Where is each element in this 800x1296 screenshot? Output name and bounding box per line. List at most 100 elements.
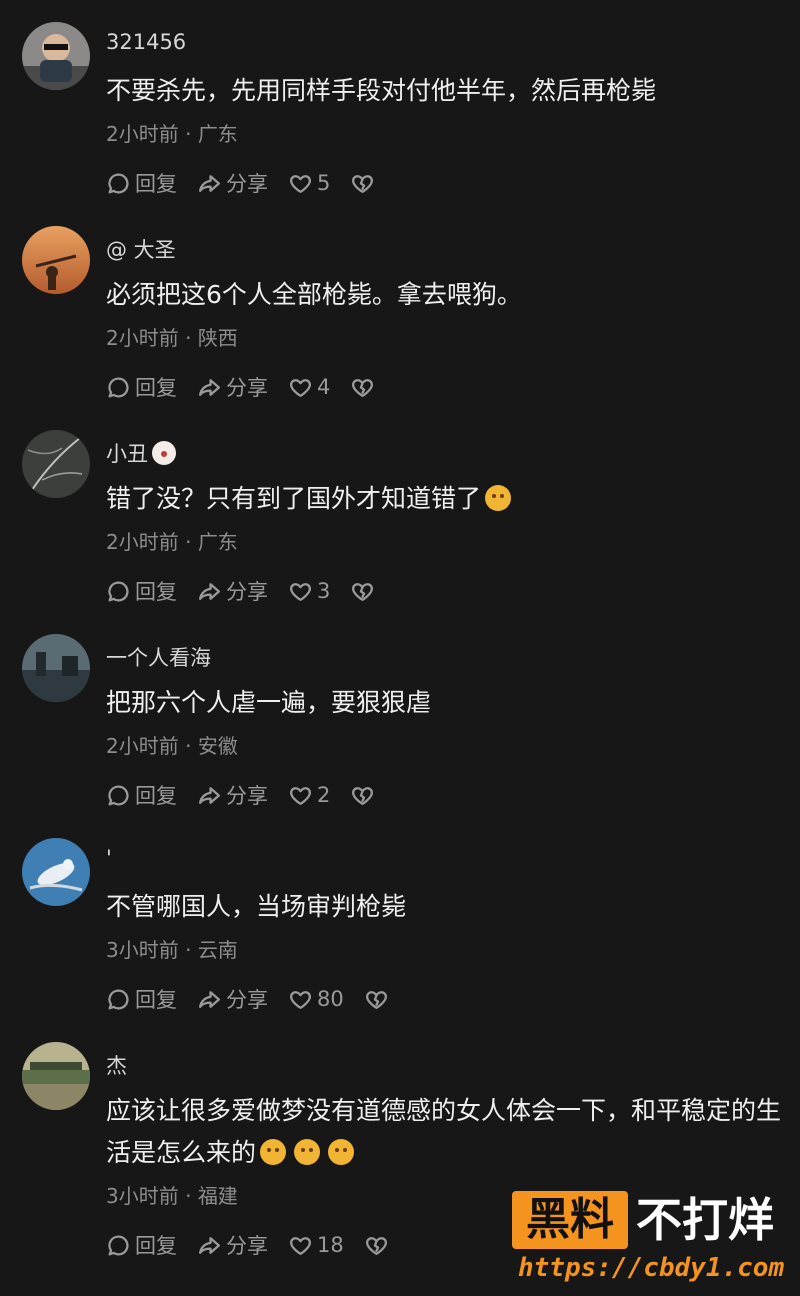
comment-text: 必须把这6个人全部枪毙。拿去喂狗。	[106, 274, 796, 316]
comment-actions: 回复 分享 4	[106, 372, 399, 402]
avatar[interactable]	[22, 226, 90, 294]
weary-face-emoji-icon	[485, 485, 512, 511]
reply-button[interactable]: 回复	[106, 1230, 177, 1260]
share-label: 分享	[226, 172, 268, 196]
reply-bubble-icon	[108, 376, 129, 397]
dislike-button[interactable]	[364, 1233, 393, 1258]
share-button[interactable]: 分享	[197, 168, 268, 198]
heart-icon	[290, 582, 311, 601]
like-button[interactable]: 5	[288, 171, 330, 196]
comment-text: 把那六个人虐一遍，要狠狠虐	[106, 682, 796, 724]
dislike-button[interactable]	[364, 987, 393, 1012]
comment-actions: 回复 分享 80	[106, 984, 413, 1014]
like-button[interactable]: 2	[288, 783, 330, 808]
share-label: 分享	[226, 784, 268, 808]
reply-label: 回复	[135, 172, 177, 196]
share-button[interactable]: 分享	[197, 1230, 268, 1260]
reply-button[interactable]: 回复	[106, 984, 177, 1014]
reply-bubble-icon	[108, 784, 129, 805]
comment-location: 安徽	[197, 734, 238, 758]
username[interactable]: '	[106, 846, 112, 870]
watermark-brand-box: 黑料	[512, 1191, 628, 1249]
comment-time: 3小时前	[106, 938, 179, 962]
dislike-button[interactable]	[350, 375, 379, 400]
username[interactable]: 321456	[106, 30, 186, 54]
avatar[interactable]	[22, 22, 90, 90]
like-button[interactable]: 18	[288, 1233, 344, 1258]
share-arrow-icon	[198, 990, 221, 1008]
dislike-button[interactable]	[350, 171, 379, 196]
share-label: 分享	[226, 1234, 268, 1258]
reply-button[interactable]: 回复	[106, 576, 177, 606]
username[interactable]: 小丑	[106, 438, 180, 468]
reply-bubble-icon	[108, 172, 129, 193]
reply-bubble-icon	[108, 580, 129, 601]
share-label: 分享	[226, 580, 268, 604]
comment-body: 把那六个人虐一遍，要狠狠虐	[106, 688, 432, 717]
avatar[interactable]	[22, 430, 90, 498]
reply-bubble-icon	[108, 988, 129, 1009]
comment-body: 错了没？只有到了国外才知道错了	[106, 484, 482, 513]
dislike-button[interactable]	[350, 579, 379, 604]
heart-icon	[290, 174, 311, 193]
comment-body: 应该让很多爱做梦没有道德感的女人体会一下，和平稳定的生活是怎么来的	[106, 1096, 782, 1167]
meta-separator: ·	[185, 734, 192, 758]
like-button[interactable]: 4	[288, 375, 330, 400]
comment-body: 必须把这6个人全部枪毙。拿去喂狗。	[106, 280, 522, 309]
reply-label: 回复	[135, 376, 177, 400]
share-label: 分享	[226, 988, 268, 1012]
reply-button[interactable]: 回复	[106, 372, 177, 402]
like-count: 4	[317, 375, 331, 399]
comment-actions: 回复 分享 5	[106, 168, 399, 198]
broken-heart-icon	[352, 582, 374, 601]
dislike-button[interactable]	[350, 783, 379, 808]
reply-label: 回复	[135, 580, 177, 604]
meta-separator: ·	[185, 1184, 192, 1208]
face-emoji-icon	[294, 1139, 321, 1165]
heart-icon	[290, 990, 311, 1009]
share-button[interactable]: 分享	[197, 372, 268, 402]
comment-location: 陕西	[197, 326, 238, 350]
heart-icon	[290, 786, 311, 805]
comment-text: 应该让很多爱做梦没有道德感的女人体会一下，和平稳定的生活是怎么来的	[106, 1090, 796, 1174]
username[interactable]: @ 大圣	[106, 234, 176, 264]
broken-heart-icon	[365, 990, 387, 1009]
comment-actions: 回复 分享 3	[106, 576, 399, 606]
share-button[interactable]: 分享	[197, 576, 268, 606]
comment-meta: 2小时前 · 陕西	[106, 322, 238, 351]
share-arrow-icon	[198, 582, 221, 600]
comment-time: 3小时前	[106, 1184, 179, 1208]
face-emoji-icon	[328, 1139, 355, 1165]
username[interactable]: 一个人看海	[106, 642, 211, 672]
share-arrow-icon	[198, 1236, 221, 1254]
comment-actions: 回复 分享 2	[106, 780, 399, 810]
broken-heart-icon	[352, 174, 374, 193]
comment-time: 2小时前	[106, 734, 179, 758]
comment-text: 不管哪国人，当场审判枪毙	[106, 886, 796, 928]
comment-location: 云南	[197, 938, 238, 962]
avatar[interactable]	[22, 1042, 90, 1110]
comment-meta: 2小时前 · 广东	[106, 118, 238, 147]
like-count: 18	[317, 1233, 344, 1257]
comment-time: 2小时前	[106, 122, 179, 146]
share-button[interactable]: 分享	[197, 780, 268, 810]
comment-meta: 3小时前 · 福建	[106, 1180, 238, 1209]
reply-button[interactable]: 回复	[106, 168, 177, 198]
share-button[interactable]: 分享	[197, 984, 268, 1014]
like-button[interactable]: 3	[288, 579, 330, 604]
username-text: 小丑	[106, 442, 148, 466]
reply-label: 回复	[135, 988, 177, 1012]
like-count: 3	[317, 579, 331, 603]
avatar[interactable]	[22, 634, 90, 702]
meta-separator: ·	[185, 326, 192, 350]
like-button[interactable]: 80	[288, 987, 344, 1012]
username[interactable]: 杰	[106, 1050, 127, 1080]
watermark: 黑料 不打烊 https://cbdy1.com	[512, 1187, 797, 1292]
reply-label: 回复	[135, 1234, 177, 1258]
reply-button[interactable]: 回复	[106, 780, 177, 810]
comment-location: 福建	[197, 1184, 238, 1208]
comment-body: 不要杀先，先用同样手段对付他半年，然后再枪毙	[106, 76, 657, 105]
comment-body: 不管哪国人，当场审判枪毙	[106, 892, 407, 921]
avatar[interactable]	[22, 838, 90, 906]
share-arrow-icon	[198, 786, 221, 804]
